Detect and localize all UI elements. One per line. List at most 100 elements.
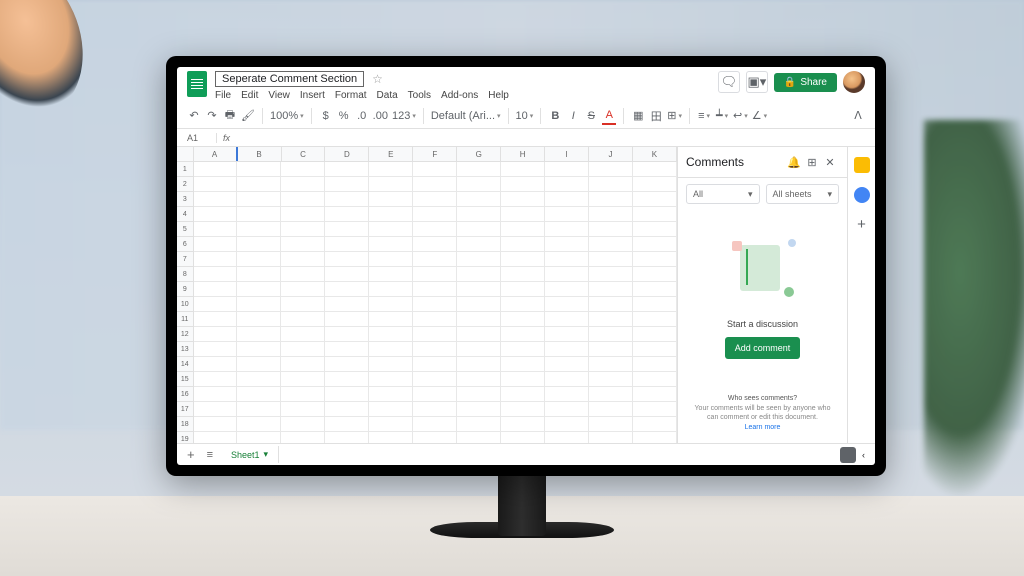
cell[interactable] [281, 267, 325, 282]
cell[interactable] [545, 402, 589, 417]
cell[interactable] [194, 222, 238, 237]
paint-format-button[interactable]: 🖌 [241, 107, 255, 125]
cell[interactable] [457, 402, 501, 417]
cell[interactable] [281, 312, 325, 327]
cell[interactable] [589, 432, 633, 443]
menu-format[interactable]: Format [335, 90, 367, 101]
cell[interactable] [545, 177, 589, 192]
cell[interactable] [369, 417, 413, 432]
cell[interactable] [194, 162, 238, 177]
cell[interactable] [369, 297, 413, 312]
cell[interactable] [457, 267, 501, 282]
font-dropdown[interactable]: Default (Ari... [431, 107, 501, 125]
cell[interactable] [369, 237, 413, 252]
cell[interactable] [413, 327, 457, 342]
zoom-dropdown[interactable]: 100% [270, 107, 304, 125]
cell[interactable] [325, 342, 369, 357]
cell[interactable] [501, 192, 545, 207]
cell[interactable] [281, 252, 325, 267]
cell[interactable] [589, 357, 633, 372]
menu-add-ons[interactable]: Add-ons [441, 90, 478, 101]
cell[interactable] [281, 342, 325, 357]
menu-tools[interactable]: Tools [408, 90, 431, 101]
cell[interactable] [545, 252, 589, 267]
cell[interactable] [194, 342, 238, 357]
cell[interactable] [501, 342, 545, 357]
cell[interactable] [457, 297, 501, 312]
row-header[interactable]: 12 [177, 327, 194, 342]
cell[interactable] [589, 417, 633, 432]
cell[interactable] [369, 327, 413, 342]
row-header[interactable]: 2 [177, 177, 194, 192]
percent-button[interactable]: % [337, 107, 351, 125]
cell[interactable] [325, 282, 369, 297]
cell[interactable] [545, 237, 589, 252]
cell[interactable] [413, 222, 457, 237]
cell[interactable] [413, 402, 457, 417]
cell[interactable] [633, 222, 677, 237]
cell[interactable] [325, 222, 369, 237]
cell[interactable] [589, 207, 633, 222]
column-header[interactable]: F [413, 147, 457, 161]
cell[interactable] [545, 342, 589, 357]
cell[interactable] [413, 267, 457, 282]
undo-button[interactable]: ↶ [187, 107, 201, 125]
cell[interactable] [413, 432, 457, 443]
cell[interactable] [501, 372, 545, 387]
cell[interactable] [457, 417, 501, 432]
cell[interactable] [457, 357, 501, 372]
cell[interactable] [457, 252, 501, 267]
notifications-icon[interactable]: 🔔 [785, 153, 803, 171]
cell[interactable] [281, 192, 325, 207]
cell[interactable] [237, 417, 281, 432]
cell[interactable] [589, 342, 633, 357]
cell[interactable] [545, 192, 589, 207]
cell[interactable] [325, 162, 369, 177]
cell[interactable] [501, 162, 545, 177]
cell[interactable] [325, 252, 369, 267]
vertical-align-button[interactable]: ┷ [715, 107, 729, 125]
cell[interactable] [501, 387, 545, 402]
cell[interactable] [413, 342, 457, 357]
cell[interactable] [501, 357, 545, 372]
currency-button[interactable]: $ [319, 107, 333, 125]
cell[interactable] [237, 342, 281, 357]
column-header[interactable]: K [633, 147, 677, 161]
cell[interactable] [369, 267, 413, 282]
cell[interactable] [369, 372, 413, 387]
cell[interactable] [194, 387, 238, 402]
cell[interactable] [413, 372, 457, 387]
cell[interactable] [501, 282, 545, 297]
cell[interactable] [369, 312, 413, 327]
cell[interactable] [194, 357, 238, 372]
menu-edit[interactable]: Edit [241, 90, 258, 101]
cell[interactable] [457, 432, 501, 443]
cell[interactable] [545, 162, 589, 177]
cell[interactable] [413, 162, 457, 177]
cell[interactable] [633, 387, 677, 402]
cell[interactable] [545, 432, 589, 443]
cell[interactable] [501, 177, 545, 192]
increase-decimal-button[interactable]: .00 [373, 107, 388, 125]
cell[interactable] [545, 387, 589, 402]
cell[interactable] [237, 357, 281, 372]
close-comments-icon[interactable]: ✕ [821, 153, 839, 171]
menu-insert[interactable]: Insert [300, 90, 325, 101]
cell[interactable] [457, 222, 501, 237]
cell[interactable] [237, 267, 281, 282]
cell[interactable] [281, 237, 325, 252]
cell[interactable] [413, 282, 457, 297]
cell[interactable] [194, 207, 238, 222]
cell[interactable] [325, 192, 369, 207]
add-comment-button[interactable]: Add comment [725, 337, 801, 359]
cell[interactable] [589, 282, 633, 297]
row-header[interactable]: 16 [177, 387, 194, 402]
cell[interactable] [413, 312, 457, 327]
column-header[interactable]: I [545, 147, 589, 161]
cell[interactable] [194, 402, 238, 417]
cell[interactable] [633, 297, 677, 312]
all-sheets-button[interactable]: ≡ [203, 449, 217, 461]
cell[interactable] [369, 282, 413, 297]
cell[interactable] [457, 192, 501, 207]
cell[interactable] [501, 252, 545, 267]
